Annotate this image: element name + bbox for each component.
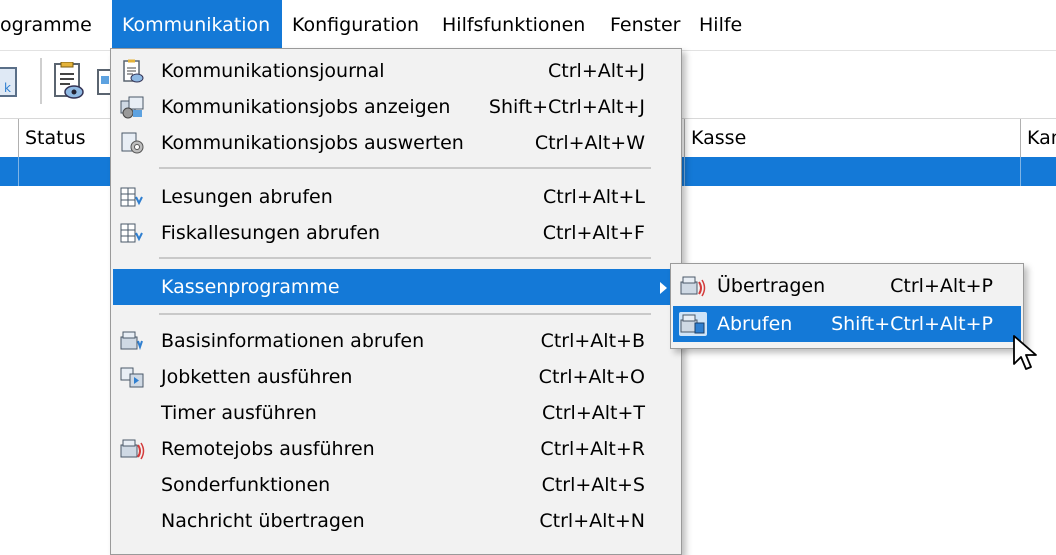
menu-item-shortcut: Ctrl+Alt+N xyxy=(539,510,645,532)
menu-item-shortcut: Ctrl+Alt+R xyxy=(540,438,645,460)
menu-item-label: Jobketten ausführen xyxy=(161,366,353,388)
submenu-item-label: Übertragen xyxy=(717,275,826,297)
jobs-icon xyxy=(120,96,144,119)
menu-item-remotejobs-ausfuehren[interactable]: Remotejobs ausführen Ctrl+Alt+R xyxy=(113,431,679,467)
menu-item-kommunikationsjobs-anzeigen[interactable]: Kommunikationsjobs anzeigen Shift+Ctrl+A… xyxy=(113,89,679,125)
menu-item-sonderfunktionen[interactable]: Sonderfunktionen Ctrl+Alt+S xyxy=(113,467,679,503)
menu-fenster[interactable]: Fenster xyxy=(610,0,680,50)
menu-item-nachricht-uebertragen[interactable]: Nachricht übertragen Ctrl+Alt+N xyxy=(113,503,679,539)
retrieve-icon xyxy=(679,312,707,336)
submenu-item-abrufen[interactable]: Abrufen Shift+Ctrl+Alt+P xyxy=(673,306,1021,342)
column-header-status[interactable]: Status xyxy=(18,119,86,157)
submenu-item-label: Abrufen xyxy=(717,313,793,335)
menu-item-shortcut: Ctrl+Alt+W xyxy=(534,132,645,154)
remote-jobs-icon xyxy=(120,439,145,460)
cell-divider xyxy=(684,157,685,186)
submenu-item-uebertragen[interactable]: Übertragen Ctrl+Alt+P xyxy=(673,268,1021,304)
menu-item-label: Sonderfunktionen xyxy=(161,474,331,496)
menu-item-shortcut: Ctrl+Alt+L xyxy=(543,186,645,208)
menu-item-kommunikationsjobs-auswerten[interactable]: Kommunikationsjobs auswerten Ctrl+Alt+W xyxy=(113,125,679,161)
menu-item-label: Kommunikationsjobs auswerten xyxy=(161,132,464,154)
kommunikation-dropdown: Kommunikationsjournal Ctrl+Alt+J Kommuni… xyxy=(110,48,682,555)
menu-bar: ogramme Kommunikation Konfiguration Hilf… xyxy=(0,0,1056,51)
journal-icon xyxy=(123,59,144,83)
evaluate-icon xyxy=(121,132,144,154)
menu-item-label: Timer ausführen xyxy=(161,402,317,424)
menu-konfiguration[interactable]: Konfiguration xyxy=(292,0,419,50)
kassenprogramme-submenu: Übertragen Ctrl+Alt+P Abrufen Shift+Ctrl… xyxy=(670,263,1024,349)
menu-item-kommunikationsjournal[interactable]: Kommunikationsjournal Ctrl+Alt+J xyxy=(113,53,679,89)
cell-divider xyxy=(1020,157,1021,186)
menu-item-label: Kommunikationsjournal xyxy=(161,60,385,82)
menu-item-shortcut: Ctrl+Alt+J xyxy=(548,60,645,82)
svg-text:k: k xyxy=(4,81,11,95)
menu-item-basisinformationen-abrufen[interactable]: Basisinformationen abrufen Ctrl+Alt+B xyxy=(113,323,679,359)
journal-toolbar-icon[interactable] xyxy=(52,62,86,102)
menu-item-label: Basisinformationen abrufen xyxy=(161,330,425,352)
menu-item-label: Kommunikationsjobs anzeigen xyxy=(161,96,451,118)
cell-divider xyxy=(18,157,19,186)
menu-item-shortcut: Ctrl+Alt+F xyxy=(542,222,645,244)
menu-item-lesungen-abrufen[interactable]: Lesungen abrufen Ctrl+Alt+L xyxy=(113,179,679,215)
toolbar-separator xyxy=(40,58,42,104)
toolbar-icon-partial-2[interactable] xyxy=(96,62,110,102)
submenu-arrow-icon xyxy=(660,282,667,294)
column-header-kasse[interactable]: Kasse xyxy=(684,119,746,157)
menu-separator xyxy=(159,167,651,169)
menu-separator xyxy=(159,257,651,259)
fiscal-readings-icon xyxy=(120,223,143,243)
column-header-kan[interactable]: Kan xyxy=(1020,119,1056,157)
toolbar-icon-partial[interactable]: k xyxy=(0,62,22,102)
menu-kommunikation[interactable]: Kommunikation xyxy=(112,0,282,50)
mouse-cursor-icon xyxy=(1013,335,1037,370)
menu-item-shortcut: Ctrl+Alt+S xyxy=(541,474,645,496)
menu-item-fiskallesungen-abrufen[interactable]: Fiskallesungen abrufen Ctrl+Alt+F xyxy=(113,215,679,251)
menu-item-label: Remotejobs ausführen xyxy=(161,438,375,460)
menu-item-jobketten-ausfuehren[interactable]: Jobketten ausführen Ctrl+Alt+O xyxy=(113,359,679,395)
readings-icon xyxy=(120,187,143,207)
menu-item-shortcut: Ctrl+Alt+O xyxy=(538,366,645,388)
menu-item-timer-ausfuehren[interactable]: Timer ausführen Ctrl+Alt+T xyxy=(113,395,679,431)
basis-info-icon xyxy=(120,331,143,351)
menu-item-label: Fiskallesungen abrufen xyxy=(161,222,381,244)
submenu-item-shortcut: Shift+Ctrl+Alt+P xyxy=(831,313,993,335)
menu-item-shortcut: Shift+Ctrl+Alt+J xyxy=(488,96,645,118)
menu-item-label: Kassenprogramme xyxy=(161,276,340,298)
menu-hilfsfunktionen[interactable]: Hilfsfunktionen xyxy=(442,0,585,50)
submenu-item-shortcut: Ctrl+Alt+P xyxy=(890,275,993,297)
menu-item-shortcut: Ctrl+Alt+B xyxy=(540,330,645,352)
menu-hilfe[interactable]: Hilfe xyxy=(699,0,742,50)
menu-item-kassenprogramme[interactable]: Kassenprogramme xyxy=(113,269,679,305)
transfer-icon xyxy=(680,276,706,297)
menu-item-label: Nachricht übertragen xyxy=(161,510,365,532)
menu-separator xyxy=(159,313,651,315)
menu-item-label: Lesungen abrufen xyxy=(161,186,333,208)
menu-item-shortcut: Ctrl+Alt+T xyxy=(542,402,645,424)
job-chain-icon xyxy=(120,367,144,388)
menu-programme[interactable]: ogramme xyxy=(0,0,92,50)
